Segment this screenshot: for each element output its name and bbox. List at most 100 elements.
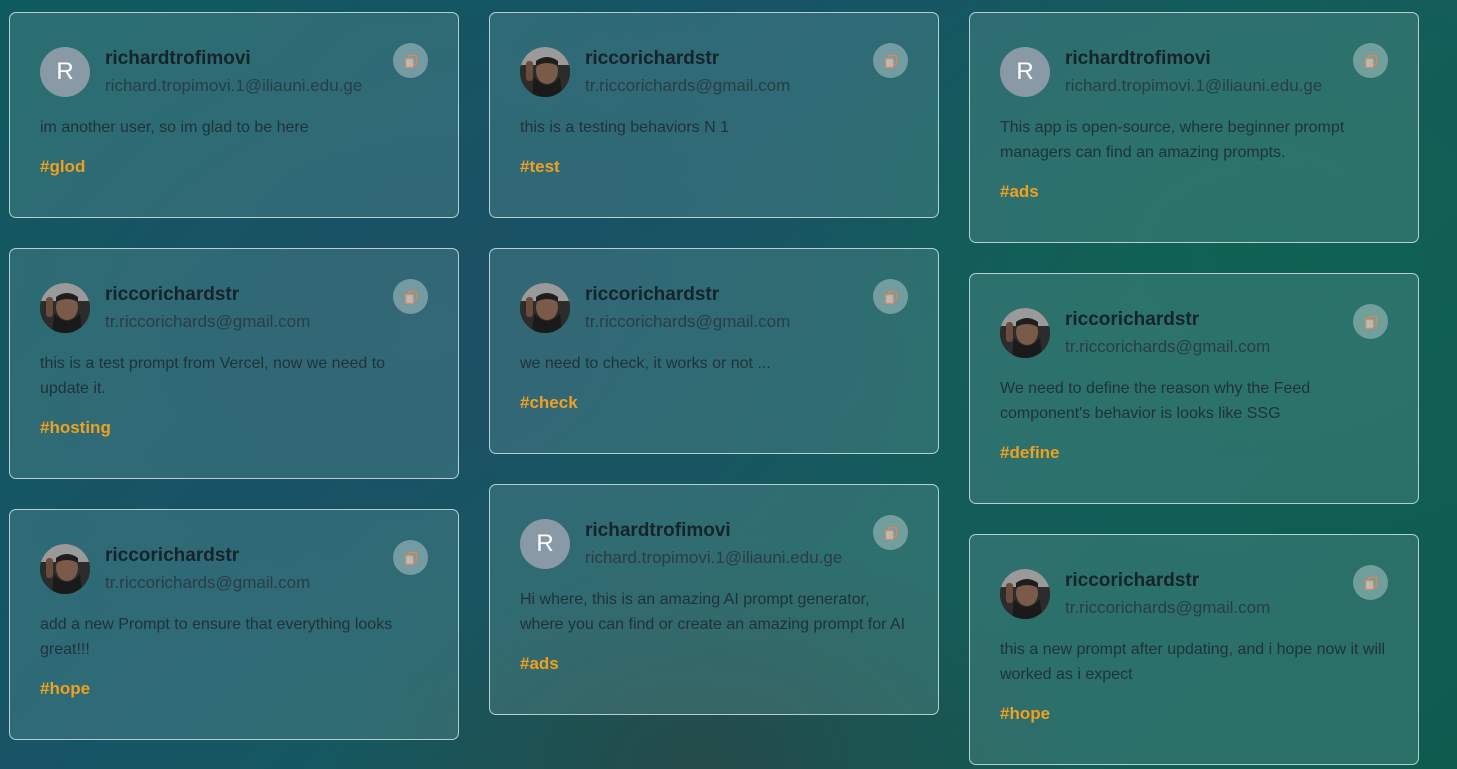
- copy-icon: [1364, 54, 1377, 68]
- user-info: riccorichardstr tr.riccorichards@gmail.c…: [585, 47, 790, 98]
- prompt-text: We need to define the reason why the Fee…: [1000, 380, 1311, 422]
- prompt-card-header[interactable]: riccorichardstr tr.riccorichards@gmail.c…: [40, 540, 428, 598]
- feed-column-0: R richardtrofimovi richard.tropimovi.1@i…: [9, 12, 459, 740]
- prompt-text: Hi where, this is an amazing AI prompt g…: [520, 591, 906, 633]
- copy-button[interactable]: [393, 43, 428, 78]
- prompt-card-header[interactable]: R richardtrofimovi richard.tropimovi.1@i…: [520, 515, 908, 573]
- prompt-card: riccorichardstr tr.riccorichards@gmail.c…: [969, 534, 1419, 765]
- prompt-text: this is a testing behaviors N 1: [520, 119, 729, 136]
- user-info: riccorichardstr tr.riccorichards@gmail.c…: [105, 544, 310, 595]
- copy-icon: [884, 526, 897, 540]
- prompt-tag[interactable]: #ads: [1000, 181, 1388, 203]
- copy-icon: [404, 54, 417, 68]
- user-email: richard.tropimovi.1@iliauni.edu.ge: [585, 547, 843, 567]
- prompt-tag[interactable]: #define: [1000, 442, 1388, 464]
- prompt-card-header[interactable]: riccorichardstr tr.riccorichards@gmail.c…: [520, 43, 908, 101]
- prompt-text: this is a test prompt from Vercel, now w…: [40, 355, 386, 397]
- user-info: riccorichardstr tr.riccorichards@gmail.c…: [105, 283, 310, 334]
- prompt-card-header[interactable]: riccorichardstr tr.riccorichards@gmail.c…: [520, 279, 908, 337]
- user-info: richardtrofimovi richard.tropimovi.1@ili…: [1065, 47, 1322, 98]
- copy-button[interactable]: [393, 279, 428, 314]
- prompt-tag[interactable]: #hope: [1000, 703, 1388, 725]
- user-email: tr.riccorichards@gmail.com: [1065, 336, 1271, 356]
- user-email: tr.riccorichards@gmail.com: [105, 311, 311, 331]
- prompt-card-header[interactable]: R richardtrofimovi richard.tropimovi.1@i…: [40, 43, 428, 101]
- prompt-text: this a new prompt after updating, and i …: [1000, 641, 1386, 683]
- feed-column-2: R richardtrofimovi richard.tropimovi.1@i…: [969, 12, 1419, 765]
- feed-column-1: riccorichardstr tr.riccorichards@gmail.c…: [489, 12, 939, 715]
- prompt-card: riccorichardstr tr.riccorichards@gmail.c…: [9, 248, 459, 479]
- copy-icon: [884, 54, 897, 68]
- prompt-card-header[interactable]: R richardtrofimovi richard.tropimovi.1@i…: [1000, 43, 1388, 101]
- username: riccorichardstr: [585, 47, 720, 69]
- username: richardtrofimovi: [585, 519, 731, 541]
- avatar[interactable]: R: [1000, 47, 1050, 97]
- prompt-card: riccorichardstr tr.riccorichards@gmail.c…: [9, 509, 459, 740]
- user-info: riccorichardstr tr.riccorichards@gmail.c…: [585, 283, 790, 334]
- prompt-tag[interactable]: #hope: [40, 678, 428, 700]
- username: richardtrofimovi: [105, 47, 251, 69]
- prompt-tag[interactable]: #hosting: [40, 417, 428, 439]
- user-photo-avatar: [520, 47, 570, 97]
- username: riccorichardstr: [105, 544, 240, 566]
- copy-button[interactable]: [1353, 304, 1388, 339]
- user-email: tr.riccorichards@gmail.com: [105, 572, 311, 592]
- avatar-letter: R: [56, 58, 74, 85]
- prompt-text: we need to check, it works or not ...: [520, 355, 771, 372]
- user-info: riccorichardstr tr.riccorichards@gmail.c…: [1065, 308, 1270, 359]
- prompt-text: add a new Prompt to ensure that everythi…: [40, 616, 393, 658]
- copy-button[interactable]: [393, 540, 428, 575]
- copy-button[interactable]: [1353, 565, 1388, 600]
- prompt-card: R richardtrofimovi richard.tropimovi.1@i…: [9, 12, 459, 218]
- prompt-tag[interactable]: #ads: [520, 653, 908, 675]
- username: richardtrofimovi: [1065, 47, 1211, 69]
- avatar[interactable]: [40, 544, 90, 594]
- user-info: richardtrofimovi richard.tropimovi.1@ili…: [105, 47, 362, 98]
- user-photo-avatar: [1000, 569, 1050, 619]
- user-info: riccorichardstr tr.riccorichards@gmail.c…: [1065, 569, 1270, 620]
- copy-icon: [884, 290, 897, 304]
- user-photo-avatar: [520, 283, 570, 333]
- prompt-card: riccorichardstr tr.riccorichards@gmail.c…: [489, 12, 939, 218]
- user-email: richard.tropimovi.1@iliauni.edu.ge: [1065, 75, 1323, 95]
- prompt-text: im another user, so im glad to be here: [40, 119, 309, 136]
- prompt-card-header[interactable]: riccorichardstr tr.riccorichards@gmail.c…: [40, 279, 428, 337]
- user-info: richardtrofimovi richard.tropimovi.1@ili…: [585, 519, 842, 570]
- avatar[interactable]: R: [520, 519, 570, 569]
- avatar[interactable]: [520, 283, 570, 333]
- prompt-card: riccorichardstr tr.riccorichards@gmail.c…: [969, 273, 1419, 504]
- prompt-tag[interactable]: #glod: [40, 156, 428, 178]
- prompt-tag[interactable]: #check: [520, 392, 908, 414]
- copy-button[interactable]: [873, 43, 908, 78]
- copy-icon: [1364, 315, 1377, 329]
- user-email: tr.riccorichards@gmail.com: [585, 75, 791, 95]
- copy-button[interactable]: [1353, 43, 1388, 78]
- avatar[interactable]: [520, 47, 570, 97]
- avatar[interactable]: [1000, 569, 1050, 619]
- username: riccorichardstr: [1065, 569, 1200, 591]
- prompt-card: R richardtrofimovi richard.tropimovi.1@i…: [489, 484, 939, 715]
- avatar[interactable]: [1000, 308, 1050, 358]
- copy-icon: [404, 290, 417, 304]
- prompt-card-header[interactable]: riccorichardstr tr.riccorichards@gmail.c…: [1000, 565, 1388, 623]
- prompt-card: riccorichardstr tr.riccorichards@gmail.c…: [489, 248, 939, 454]
- user-photo-avatar: [1000, 308, 1050, 358]
- prompt-text: This app is open-source, where beginner …: [1000, 119, 1345, 161]
- user-photo-avatar: [40, 283, 90, 333]
- user-photo-avatar: [40, 544, 90, 594]
- username: riccorichardstr: [105, 283, 240, 305]
- copy-button[interactable]: [873, 515, 908, 550]
- avatar[interactable]: R: [40, 47, 90, 97]
- avatar[interactable]: [40, 283, 90, 333]
- prompt-card: R richardtrofimovi richard.tropimovi.1@i…: [969, 12, 1419, 243]
- prompt-card-header[interactable]: riccorichardstr tr.riccorichards@gmail.c…: [1000, 304, 1388, 362]
- avatar-letter: R: [536, 530, 554, 557]
- user-email: richard.tropimovi.1@iliauni.edu.ge: [105, 75, 363, 95]
- username: riccorichardstr: [585, 283, 720, 305]
- user-email: tr.riccorichards@gmail.com: [1065, 597, 1271, 617]
- avatar-letter: R: [1016, 58, 1034, 85]
- prompt-tag[interactable]: #test: [520, 156, 908, 178]
- user-email: tr.riccorichards@gmail.com: [585, 311, 791, 331]
- username: riccorichardstr: [1065, 308, 1200, 330]
- copy-button[interactable]: [873, 279, 908, 314]
